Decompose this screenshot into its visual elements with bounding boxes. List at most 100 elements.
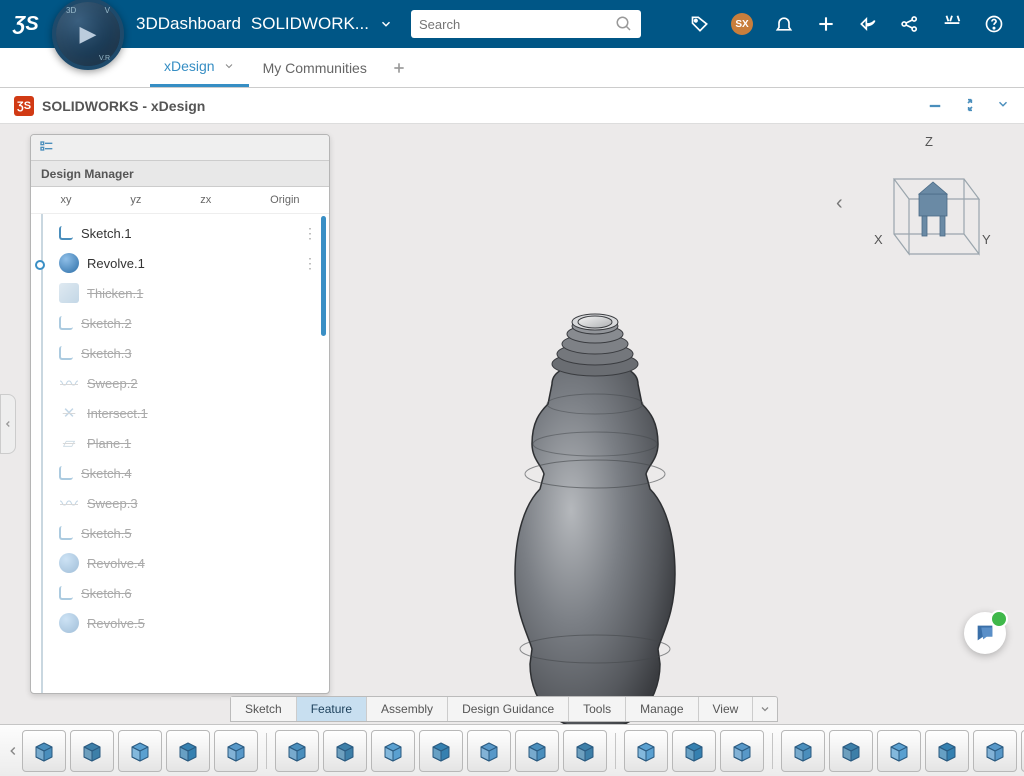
- xdesign-app-icon: ƷS: [14, 96, 34, 116]
- tree-timeline-line: [41, 214, 43, 693]
- toolbar-separator: [266, 733, 267, 769]
- plane-tab-zx[interactable]: zx: [192, 191, 219, 209]
- tool-hole[interactable]: [624, 730, 668, 772]
- rollback-marker[interactable]: [35, 260, 45, 270]
- tool-shell[interactable]: [515, 730, 559, 772]
- toolbar-separator: [772, 733, 773, 769]
- tree-view-icon[interactable]: [39, 140, 55, 156]
- tag-icon[interactable]: [688, 12, 712, 36]
- ftab-feature[interactable]: Feature: [297, 697, 367, 721]
- add-tab-icon[interactable]: [391, 60, 407, 76]
- feature-item-plane-1[interactable]: ▱Plane.1: [49, 428, 329, 458]
- feature-label: Intersect.1: [87, 406, 148, 421]
- toolbar-separator: [615, 733, 616, 769]
- model-view[interactable]: [480, 304, 710, 724]
- search-input[interactable]: [419, 17, 615, 32]
- tab-label: xDesign: [164, 58, 215, 74]
- plane-tab-xy[interactable]: xy: [52, 191, 79, 209]
- feature-label: Thicken.1: [87, 286, 143, 301]
- plane-tabs: xy yz zx Origin: [31, 187, 329, 214]
- left-panel-toggle[interactable]: [0, 394, 16, 454]
- ftab-design-guidance[interactable]: Design Guidance: [448, 697, 569, 721]
- toolbar-scroll-left-icon[interactable]: [6, 729, 20, 773]
- ftab-manage[interactable]: Manage: [626, 697, 698, 721]
- feature-item-sketch-4[interactable]: Sketch.4: [49, 458, 329, 488]
- feature-label: Sketch.2: [81, 316, 132, 331]
- compass-icon[interactable]: 3DVV.R: [52, 0, 124, 70]
- tool-surface-trim[interactable]: [781, 730, 825, 772]
- tool-thread[interactable]: [672, 730, 716, 772]
- feature-item-sketch-6[interactable]: Sketch.6: [49, 578, 329, 608]
- feature-menu-icon[interactable]: ⋮: [303, 230, 317, 236]
- feature-item-sweep-3[interactable]: 〰Sweep.3: [49, 488, 329, 518]
- plane-tab-yz[interactable]: yz: [122, 191, 149, 209]
- axis-triad[interactable]: ‹ Z X Y: [864, 134, 994, 264]
- tool-chamfer[interactable]: [419, 730, 463, 772]
- design-manager-toolbar: [31, 135, 329, 161]
- user-avatar[interactable]: SX: [730, 12, 754, 36]
- notifications-icon[interactable]: [772, 12, 796, 36]
- feature-item-sketch-1[interactable]: Sketch.1 ⋮: [49, 218, 329, 248]
- axis-x-label: X: [874, 232, 883, 247]
- feature-item-revolve-4[interactable]: Revolve.4: [49, 548, 329, 578]
- tool-draft[interactable]: [467, 730, 511, 772]
- tool-move-face[interactable]: [877, 730, 921, 772]
- tool-boundary[interactable]: [323, 730, 367, 772]
- tab-label: My Communities: [263, 60, 367, 76]
- tool-fillet[interactable]: [371, 730, 415, 772]
- tool-pattern[interactable]: [214, 730, 258, 772]
- tree-scrollbar[interactable]: [321, 216, 326, 336]
- triad-collapse-icon[interactable]: ‹: [836, 192, 843, 215]
- tool-extrude[interactable]: [22, 730, 66, 772]
- share-icon[interactable]: [856, 12, 880, 36]
- global-search[interactable]: [411, 10, 641, 38]
- tab-xdesign[interactable]: xDesign: [150, 48, 249, 87]
- feature-label: Revolve.5: [87, 616, 145, 631]
- panel-title: SOLIDWORKS - xDesign: [42, 98, 205, 114]
- tool-revolve[interactable]: [118, 730, 162, 772]
- restore-panel-icon[interactable]: [962, 97, 978, 115]
- tool-sweep[interactable]: [166, 730, 210, 772]
- feature-label: Sketch.1: [81, 226, 132, 241]
- search-icon[interactable]: [615, 15, 633, 33]
- ftab-tools[interactable]: Tools: [569, 697, 626, 721]
- customize-icon[interactable]: [940, 12, 964, 36]
- feature-item-sketch-3[interactable]: Sketch.3: [49, 338, 329, 368]
- ftab-view[interactable]: View: [699, 697, 754, 721]
- tool-extrude-cut[interactable]: [70, 730, 114, 772]
- feature-label: Sweep.2: [87, 376, 138, 391]
- tool-delete-face[interactable]: [925, 730, 969, 772]
- feature-label: Sketch.3: [81, 346, 132, 361]
- feature-item-sketch-5[interactable]: Sketch.5: [49, 518, 329, 548]
- tool-replace-face[interactable]: [973, 730, 1017, 772]
- minimize-panel-icon[interactable]: [926, 97, 944, 115]
- feature-item-revolve-5[interactable]: Revolve.5: [49, 608, 329, 638]
- panel-menu-chevron-icon[interactable]: [996, 97, 1010, 115]
- tab-my-communities[interactable]: My Communities: [249, 48, 381, 87]
- tool-loft-surface[interactable]: [275, 730, 319, 772]
- feature-item-revolve-1[interactable]: Revolve.1⋮: [49, 248, 329, 278]
- help-icon[interactable]: [982, 12, 1006, 36]
- ftab-overflow-icon[interactable]: [753, 703, 777, 715]
- collab-icon[interactable]: [898, 12, 922, 36]
- feature-label: Sweep.3: [87, 496, 138, 511]
- ds-logo-icon[interactable]: ƷS: [8, 6, 44, 42]
- app-switcher-chevron-icon[interactable]: [379, 17, 393, 31]
- app-name: 3DDashboard: [136, 14, 241, 34]
- ftab-sketch[interactable]: Sketch: [231, 697, 297, 721]
- feature-item-sweep-2[interactable]: 〰Sweep.2: [49, 368, 329, 398]
- plane-tab-origin[interactable]: Origin: [262, 191, 307, 209]
- tool-rib[interactable]: [563, 730, 607, 772]
- chat-icon[interactable]: [964, 612, 1006, 654]
- feature-item-thicken-1[interactable]: Thicken.1: [49, 278, 329, 308]
- tool-split[interactable]: [829, 730, 873, 772]
- add-icon[interactable]: [814, 12, 838, 36]
- command-tabs: Sketch Feature Assembly Design Guidance …: [230, 696, 778, 722]
- feature-item-intersect-1[interactable]: ✕Intersect.1: [49, 398, 329, 428]
- workspace: Design Manager xy yz zx Origin Sketch.1⋮…: [0, 124, 1024, 724]
- feature-item-sketch-2[interactable]: Sketch.2: [49, 308, 329, 338]
- ftab-assembly[interactable]: Assembly: [367, 697, 448, 721]
- feature-menu-icon[interactable]: ⋮: [303, 260, 317, 266]
- xdesign-panel-header: ƷS SOLIDWORKS - xDesign: [0, 88, 1024, 124]
- tool-mirror[interactable]: [720, 730, 764, 772]
